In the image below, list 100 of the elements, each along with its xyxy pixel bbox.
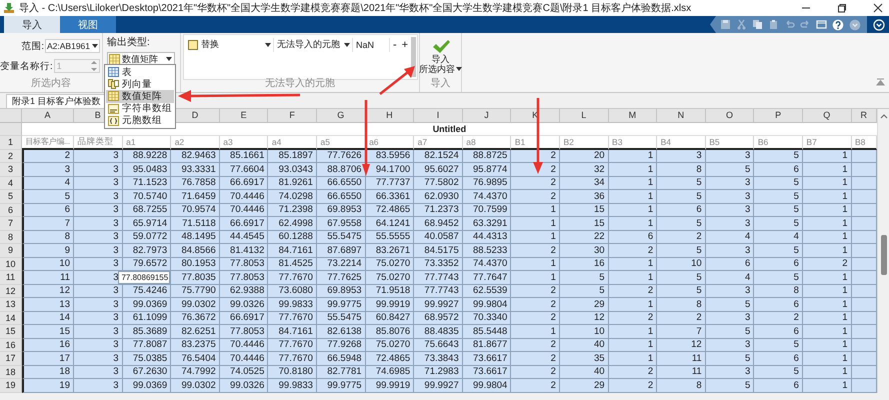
column-header[interactable]: I xyxy=(414,109,463,122)
column-header[interactable]: L xyxy=(560,109,609,122)
table-cell: 82.1524 xyxy=(414,150,463,163)
chevron-circle-icon[interactable] xyxy=(873,18,885,30)
table-cell: 74.4370 xyxy=(462,258,512,271)
table-cell: 34 xyxy=(560,176,609,190)
table-cell: 44.4545 xyxy=(220,230,268,244)
table-cell: 1 xyxy=(511,230,560,244)
column-header[interactable]: R xyxy=(852,109,877,122)
table-cell: 1 xyxy=(511,271,560,284)
caret-icon xyxy=(166,57,172,61)
menu-item[interactable]: 表 xyxy=(106,66,174,78)
table-cell: 8 xyxy=(754,284,803,298)
range-label: 范围: xyxy=(21,40,44,52)
table-cell: 55.5555 xyxy=(366,230,414,244)
column-header[interactable]: G xyxy=(316,109,366,122)
table-cell: 88.8725 xyxy=(462,150,512,163)
column-header[interactable]: P xyxy=(754,109,803,122)
table-cell: 1 xyxy=(802,338,852,352)
table-cell: 5 xyxy=(754,190,803,204)
table-cell: 3 xyxy=(706,190,754,204)
table-cell: 11 xyxy=(657,366,706,379)
table-cell: 80.1953 xyxy=(171,258,220,271)
table-cell: 3 xyxy=(74,176,123,190)
replacement-field[interactable]: NaN xyxy=(354,38,390,52)
caret-icon xyxy=(92,44,98,48)
table-cell: 93.0343 xyxy=(268,163,317,176)
window-icon[interactable] xyxy=(816,19,827,30)
column-header[interactable]: F xyxy=(268,109,317,122)
ribbon-tab[interactable]: 视图 xyxy=(60,16,116,33)
table-icon xyxy=(108,67,119,78)
matrix-icon xyxy=(109,54,120,64)
table-cell: 1 xyxy=(608,204,658,217)
save-icon[interactable] xyxy=(720,19,731,30)
column-header[interactable]: J xyxy=(462,109,512,122)
paste-icon[interactable] xyxy=(768,19,779,30)
rule-dropdown[interactable]: 替换 xyxy=(186,38,274,52)
column-header[interactable]: Q xyxy=(802,109,852,122)
table-cell: 99.9804 xyxy=(462,379,512,392)
table-cell: 70.7599 xyxy=(462,204,512,217)
table-cell: 3 xyxy=(74,271,123,284)
column-header[interactable]: A xyxy=(22,109,74,122)
table-cell: 11 xyxy=(657,352,706,366)
table-cell: 6 xyxy=(706,258,754,271)
table-cell: 60.8427 xyxy=(366,312,414,325)
target-dropdown[interactable]: 无法导入的元胞 xyxy=(275,38,353,52)
table-cell: 82.7973 xyxy=(122,244,172,258)
redo-icon[interactable] xyxy=(800,19,811,30)
remove-rule-button[interactable]: - xyxy=(391,38,399,50)
range-dropdown[interactable]: A2:AB1961 xyxy=(45,39,100,53)
row-number: 2 xyxy=(0,150,22,163)
column-header[interactable]: H xyxy=(366,109,414,122)
scroll-thumb[interactable] xyxy=(880,235,886,275)
scrollbar[interactable] xyxy=(877,109,889,392)
menu-item[interactable]: 数值矩阵 xyxy=(106,90,174,103)
row-number: 6 xyxy=(0,204,22,217)
table-cell: 65.9714 xyxy=(122,217,172,230)
table-cell: 5 xyxy=(706,352,754,366)
help-icon[interactable] xyxy=(832,18,844,30)
table-cell: 1 xyxy=(802,244,852,258)
table-cell xyxy=(852,298,877,312)
column-header[interactable]: O xyxy=(706,109,754,122)
table-cell: 2 xyxy=(608,312,658,325)
scroll-up-icon[interactable] xyxy=(880,113,888,119)
table-cell: 95.0483 xyxy=(122,163,172,176)
table-cell: 10 xyxy=(22,258,74,271)
cut-icon[interactable] xyxy=(736,19,747,30)
collapse-icon[interactable] xyxy=(876,78,885,86)
undo-icon[interactable] xyxy=(784,19,795,30)
table-cell: 99.9775 xyxy=(316,298,366,312)
table-cell: 16 xyxy=(560,258,609,271)
import-button[interactable]: 导入 所选内容 xyxy=(419,39,462,74)
copy-icon[interactable] xyxy=(752,19,763,30)
column-header[interactable]: E xyxy=(220,109,268,122)
table-cell: 81.4525 xyxy=(268,258,317,271)
table-cell: 19 xyxy=(22,379,74,392)
table-cell: 59.0772 xyxy=(122,230,172,244)
table-cell: 99.9775 xyxy=(316,379,366,392)
table-cell: 7 xyxy=(22,217,74,230)
menu-item[interactable]: 列向量 xyxy=(106,78,174,90)
table-title: Untitled xyxy=(432,124,466,134)
table-cell: 2 xyxy=(511,190,560,204)
table-cell: 1 xyxy=(802,366,852,379)
table-cell: 2 xyxy=(754,312,803,325)
add-rule-button[interactable]: + xyxy=(400,38,410,50)
scrollbar[interactable] xyxy=(411,37,416,77)
table-cell: 66.6917 xyxy=(220,312,268,325)
table-cell: 70.9574 xyxy=(171,204,220,217)
column-header[interactable]: N xyxy=(657,109,706,122)
column-header[interactable]: M xyxy=(608,109,658,122)
table-cell: 88.4835 xyxy=(414,325,463,338)
table-cell: 4 xyxy=(706,230,754,244)
table-cell xyxy=(852,352,877,366)
ribbon-tab[interactable]: 导入 xyxy=(4,16,60,33)
table-cell: 75.6643 xyxy=(414,338,463,352)
cell-editor[interactable]: 77.80869155 xyxy=(118,271,170,284)
restore-button[interactable] xyxy=(837,3,847,13)
close-button[interactable] xyxy=(873,3,883,13)
table-cell: 85.1897 xyxy=(268,150,317,163)
table-cell: 2 xyxy=(511,284,560,298)
